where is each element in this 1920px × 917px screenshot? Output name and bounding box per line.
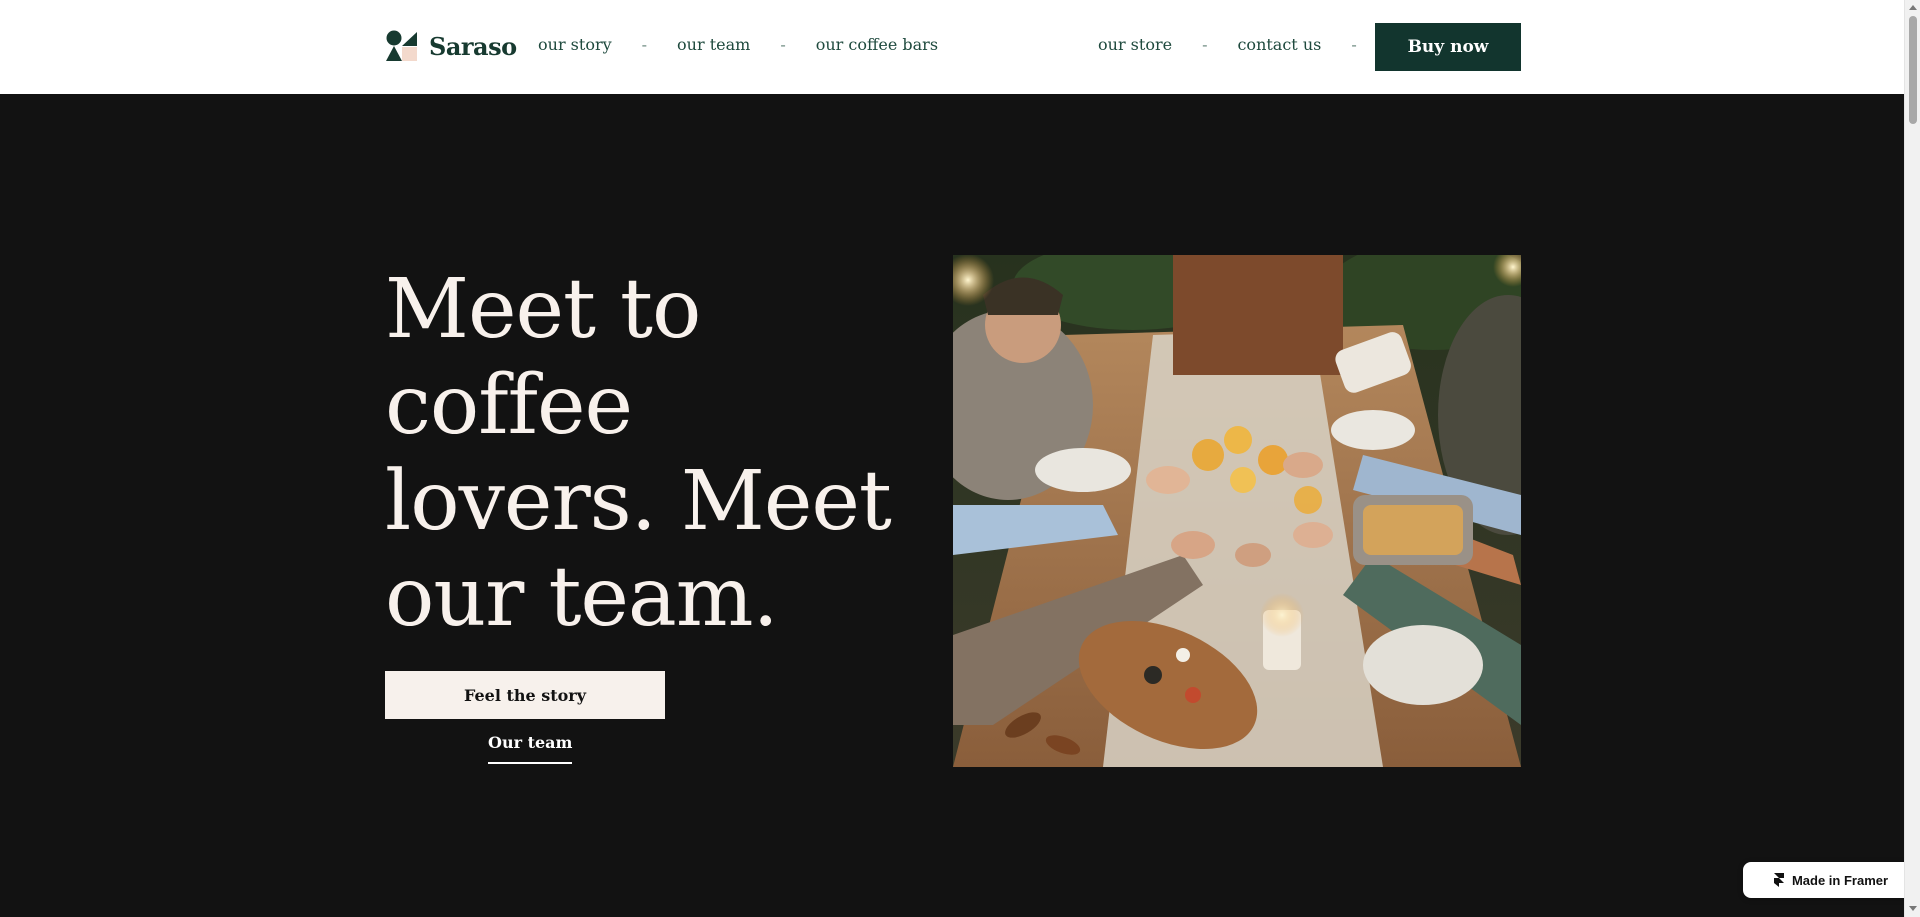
nav-link-our-store[interactable]: our store <box>1098 35 1172 54</box>
nav-separator: - <box>641 35 648 54</box>
hero-title: Meet to coffee lovers. Meet our team. <box>385 262 892 645</box>
feel-the-story-button[interactable]: Feel the story <box>385 671 665 719</box>
scrollbar-thumb[interactable] <box>1909 16 1917 124</box>
primary-nav: our story - our team - our coffee bars <box>538 35 938 54</box>
nav-separator: - <box>1351 35 1357 54</box>
our-team-link[interactable]: Our team <box>488 733 573 764</box>
brand-name: Saraso <box>429 31 517 61</box>
hero-photo <box>953 255 1521 767</box>
nav-link-contact-us[interactable]: contact us <box>1237 35 1321 54</box>
page-scrollbar[interactable] <box>1904 0 1920 917</box>
nav-link-our-team[interactable]: our team <box>677 35 750 54</box>
nav-link-our-story[interactable]: our story <box>538 35 612 54</box>
secondary-nav: our store - contact us - <box>1098 35 1387 54</box>
badge-label: Made in Framer <box>1791 872 1889 888</box>
framer-icon <box>1773 873 1784 887</box>
saraso-logo-icon <box>385 30 417 62</box>
site-header: Saraso our story - our team - our coffee… <box>0 0 1904 94</box>
buy-now-button[interactable]: Buy now <box>1375 23 1521 71</box>
made-in-framer-badge[interactable]: Made in Framer <box>1743 862 1919 898</box>
nav-separator: - <box>1202 35 1208 54</box>
nav-link-our-coffee-bars[interactable]: our coffee bars <box>816 35 938 54</box>
scroll-up-arrow-icon[interactable] <box>1909 5 1917 10</box>
nav-separator: - <box>780 35 786 54</box>
scroll-down-arrow-icon[interactable] <box>1909 906 1917 911</box>
brand-logo-link[interactable]: Saraso <box>385 30 517 62</box>
